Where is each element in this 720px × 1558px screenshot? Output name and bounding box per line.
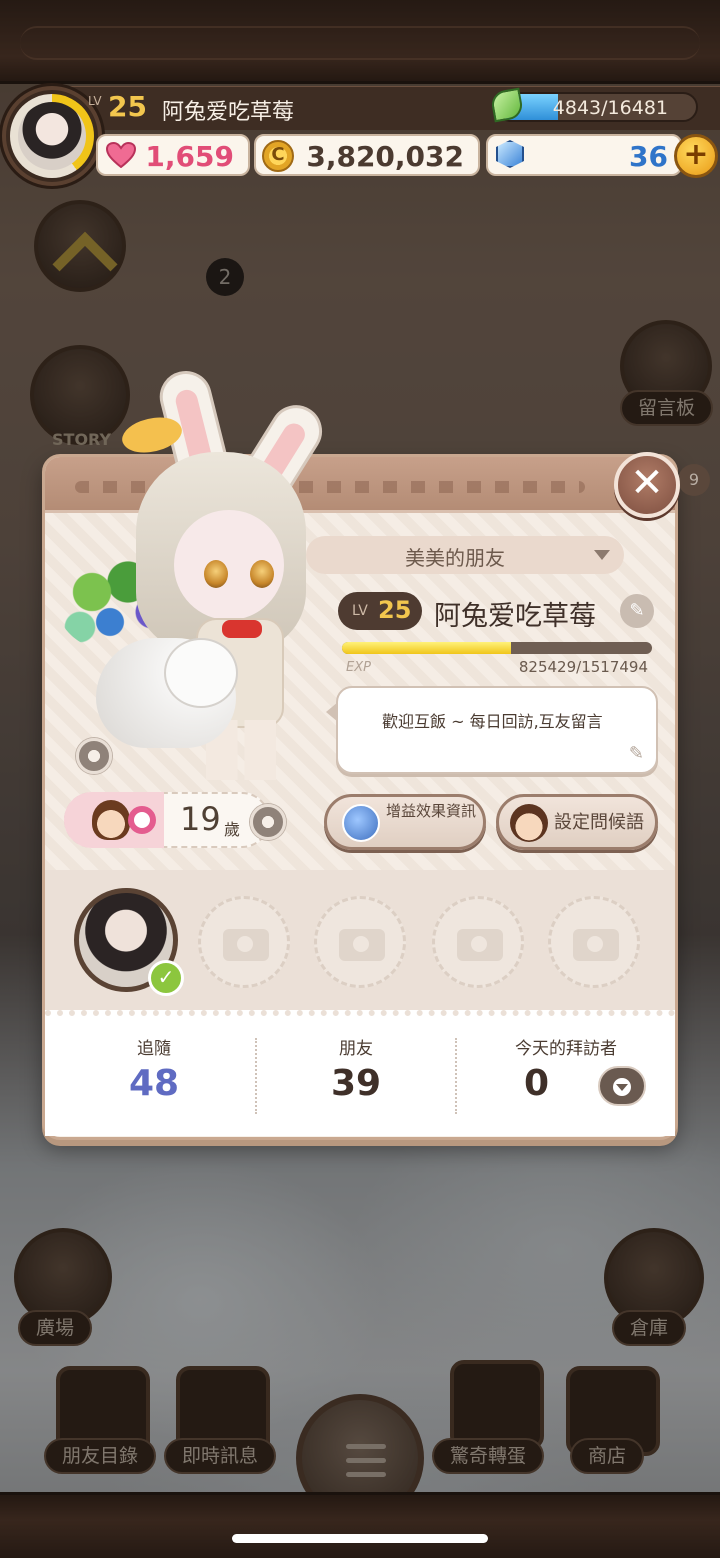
pet-cat-face — [164, 638, 238, 708]
exp-value: 825429/1517494 — [518, 658, 648, 676]
player-level: 25 — [108, 90, 147, 123]
friends-value: 39 — [330, 1063, 382, 1104]
heart-icon — [106, 142, 136, 168]
red-ribbon — [222, 620, 262, 638]
character-avatar[interactable] — [56, 365, 332, 790]
child-face-icon — [92, 800, 130, 840]
friends-stat[interactable]: 朋友 39 — [296, 1034, 416, 1104]
camera-icon — [457, 929, 503, 961]
set-greeting-label: 設定問候語 — [554, 812, 644, 833]
photo-slot-empty[interactable] — [432, 896, 524, 988]
profile-level-badge: LV 25 — [338, 592, 422, 630]
followers-value: 48 — [128, 1063, 180, 1104]
side-count-badge: 9 — [678, 464, 710, 496]
check-icon: ✓ — [148, 960, 184, 996]
female-symbol-icon — [128, 806, 156, 834]
avatar-image — [18, 102, 86, 170]
friends-label: 朋友 — [339, 1039, 373, 1059]
greeting-text: 歡迎互飯 ~ 每日回訪,互友留言 — [382, 712, 603, 731]
edit-greeting-pencil-icon[interactable]: ✎ — [629, 743, 644, 764]
energy-bar[interactable]: 4843/16481 — [496, 92, 698, 122]
energy-value: 4843/16481 — [552, 97, 668, 119]
profile-level-label: LV — [352, 603, 368, 619]
camera-icon — [223, 929, 269, 961]
title-dropdown[interactable]: 美美的朋友 — [306, 536, 624, 574]
character-settings-gear-icon[interactable] — [76, 738, 112, 774]
camera-icon — [339, 929, 385, 961]
followers-label: 追隨 — [137, 1039, 171, 1059]
exp-progress-fill — [342, 642, 511, 654]
buff-person-icon — [342, 804, 380, 842]
age-value: 19 — [180, 800, 221, 838]
visitors-dropdown-button[interactable] — [598, 1066, 646, 1106]
exp-progress-bar — [342, 642, 652, 654]
edit-name-pencil-icon[interactable]: ✎ — [620, 594, 654, 628]
gems-value: 36 — [629, 140, 668, 173]
photo-slot-empty[interactable] — [314, 896, 406, 988]
followers-stat[interactable]: 追隨 48 — [94, 1034, 214, 1104]
chevron-down-icon — [594, 550, 610, 560]
coins-value: 3,820,032 — [306, 140, 464, 173]
add-gems-button[interactable]: + — [674, 134, 718, 178]
exp-label: EXP — [346, 660, 371, 675]
buff-info-label: 增益效果資訊 — [385, 802, 476, 820]
greeting-bubble[interactable]: 歡迎互飯 ~ 每日回訪,互友留言 ✎ — [326, 686, 658, 774]
visitors-label: 今天的拜訪者 — [515, 1039, 617, 1059]
profile-name: 阿兔爱吃草莓 — [434, 601, 596, 632]
stats-divider — [455, 1038, 457, 1114]
home-indicator[interactable] — [232, 1534, 488, 1543]
close-button[interactable]: ✕ — [614, 452, 680, 518]
camera-icon — [573, 929, 619, 961]
age-unit: 歲 — [224, 820, 241, 839]
character-eye-left — [204, 560, 228, 588]
photo-slot-empty[interactable] — [548, 896, 640, 988]
player-name: 阿兔爱吃草莓 — [162, 100, 295, 125]
coin-icon: C — [262, 140, 294, 172]
profile-level-value: 25 — [378, 596, 412, 624]
hearts-value: 1,659 — [145, 140, 234, 173]
greeting-face-icon — [510, 804, 548, 842]
age-settings-gear-icon[interactable] — [250, 804, 286, 840]
level-label: LV — [88, 94, 102, 108]
title-dropdown-value: 美美的朋友 — [405, 546, 505, 570]
stats-divider — [255, 1038, 257, 1114]
player-avatar[interactable] — [2, 86, 102, 186]
photo-slot-empty[interactable] — [198, 896, 290, 988]
character-eye-right — [250, 560, 274, 588]
